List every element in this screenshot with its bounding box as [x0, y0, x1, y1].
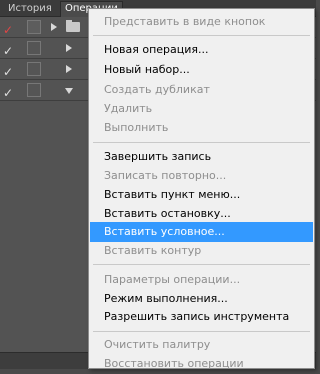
checkmark-icon: ✓	[3, 65, 14, 79]
menu-item-insert-menu-item[interactable]: Вставить пункт меню...	[90, 185, 313, 205]
menu-separator	[93, 331, 310, 332]
menu-item-button-mode[interactable]: Представить в виде кнопок	[90, 12, 313, 32]
expand-arrow-icon[interactable]	[66, 65, 72, 73]
menu-item-insert-stop[interactable]: Вставить остановку...	[90, 204, 313, 224]
item-toggle-check[interactable]: ✓	[3, 82, 21, 100]
expand-arrow-icon[interactable]	[66, 44, 72, 52]
menu-item-insert-conditional[interactable]: Вставить условное...	[90, 222, 313, 242]
menu-item-reset-actions[interactable]: Восстановить операции	[90, 354, 313, 374]
dialog-toggle[interactable]	[27, 62, 41, 76]
item-toggle-check[interactable]: ✓	[3, 61, 21, 79]
item-toggle-check[interactable]: ✓	[3, 40, 21, 58]
checkmark-icon: ✓	[3, 44, 14, 58]
dialog-toggle[interactable]	[27, 83, 41, 97]
menu-item-action-options[interactable]: Параметры операции...	[90, 270, 313, 290]
dialog-toggle[interactable]	[27, 20, 41, 34]
menu-item-allow-tool-recording[interactable]: Разрешить запись инструмента	[90, 307, 313, 327]
menu-separator	[93, 35, 310, 36]
menu-separator	[93, 264, 310, 265]
menu-item-new-set[interactable]: Новый набор...	[90, 60, 313, 80]
menu-item-delete[interactable]: Удалить	[90, 99, 313, 119]
panel-context-menu: Представить в виде кнопок Новая операция…	[88, 8, 315, 370]
menu-item-new-action[interactable]: Новая операция...	[90, 40, 313, 60]
checkmark-icon: ✓	[3, 23, 14, 37]
item-toggle-check[interactable]: ✓	[3, 19, 21, 37]
menu-item-play[interactable]: Выполнить	[90, 118, 313, 138]
expand-arrow-icon[interactable]	[51, 23, 57, 31]
menu-separator	[93, 142, 310, 143]
tab-history[interactable]: История	[4, 2, 56, 16]
dialog-toggle[interactable]	[27, 41, 41, 55]
menu-item-clear-actions[interactable]: Очистить палитру	[90, 335, 313, 355]
menu-item-duplicate[interactable]: Создать дубликат	[90, 80, 313, 100]
folder-icon	[66, 20, 80, 32]
menu-item-stop-recording[interactable]: Завершить запись	[90, 147, 313, 167]
menu-item-playback-options[interactable]: Режим выполнения...	[90, 289, 313, 309]
menu-item-record-again[interactable]: Записать повторно...	[90, 166, 313, 186]
collapse-arrow-icon[interactable]	[65, 88, 73, 94]
checkmark-icon: ✓	[3, 86, 14, 100]
menu-item-insert-path[interactable]: Вставить контур	[90, 241, 313, 261]
